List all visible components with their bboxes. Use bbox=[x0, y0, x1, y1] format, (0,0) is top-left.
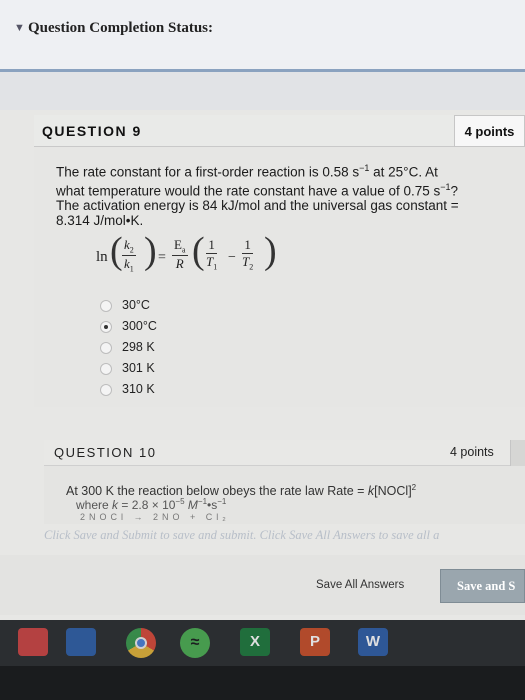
save-all-answers-button[interactable]: Save All Answers bbox=[316, 579, 404, 591]
answer-label[interactable]: 30°C bbox=[122, 298, 150, 312]
save-and-submit-button[interactable]: Save and S bbox=[440, 569, 525, 603]
formula-paren-left-2: ( bbox=[192, 230, 205, 272]
q9-text-segment: The rate constant for a first-order reac… bbox=[56, 164, 360, 180]
question-10-body: At 300 K the reaction below obeys the ra… bbox=[44, 466, 525, 524]
formula-paren-left: ( bbox=[110, 230, 123, 272]
formula-ln: ln bbox=[96, 249, 108, 265]
question-10-title: QUESTION 10 bbox=[54, 445, 157, 460]
radio-button[interactable] bbox=[100, 384, 112, 396]
word-icon[interactable]: W bbox=[358, 628, 388, 656]
radio-button-selected[interactable] bbox=[100, 321, 112, 333]
question-completion-status-bar[interactable]: ▼ Question Completion Status: bbox=[0, 0, 525, 72]
q9-superscript: −1 bbox=[440, 181, 451, 192]
formula-equals: = bbox=[158, 250, 166, 265]
q10-superscript: −5 bbox=[175, 497, 185, 506]
q9-text-segment: what temperature would the rate constant… bbox=[56, 183, 441, 198]
q9-text-segment: ? bbox=[450, 183, 459, 198]
q10-superscript: 2 bbox=[411, 483, 417, 492]
formula-sub: a bbox=[181, 245, 186, 255]
radio-button[interactable] bbox=[100, 363, 112, 375]
answer-label[interactable]: 300°C bbox=[122, 319, 157, 333]
formula-minus: − bbox=[228, 250, 236, 265]
q10-text-segment: where bbox=[76, 498, 113, 512]
answer-label[interactable]: 301 K bbox=[122, 361, 155, 375]
q9-text-segment: The activation energy is 84 kJ/mol and t… bbox=[56, 198, 459, 213]
formula-one: 1 bbox=[242, 237, 254, 254]
chrome-icon[interactable] bbox=[126, 628, 156, 658]
formula-ea: E bbox=[174, 237, 182, 252]
arrhenius-formula: ln ( k2 k1 ) = Ea R ( 1 T1 − 1 T2 ) bbox=[96, 230, 296, 285]
q10-text-segment: [NOCl] bbox=[374, 484, 412, 499]
formula-one-over-t1: 1 T1 bbox=[206, 237, 218, 272]
powerpoint-icon[interactable]: P bbox=[300, 628, 330, 656]
app-icon[interactable] bbox=[18, 628, 48, 656]
app-icon[interactable] bbox=[66, 628, 96, 656]
question-9-title: QUESTION 9 bbox=[42, 123, 142, 139]
q9-text-segment: at 25°C. At bbox=[369, 164, 438, 180]
status-title[interactable]: Question Completion Status: bbox=[28, 20, 213, 37]
question-10-header: QUESTION 10 4 points bbox=[44, 440, 525, 466]
q10-text-segment: •s bbox=[207, 498, 218, 512]
question-9-text: The rate constant for a first-order reac… bbox=[56, 161, 516, 228]
q10-superscript: −1 bbox=[197, 497, 208, 506]
formula-sub: 1 bbox=[129, 264, 134, 274]
question-9-header: QUESTION 9 4 points bbox=[34, 115, 525, 147]
points-tab bbox=[510, 440, 525, 466]
formula-k-ratio: k2 k1 bbox=[122, 237, 136, 273]
excel-icon[interactable]: X bbox=[240, 628, 270, 656]
answer-label[interactable]: 310 K bbox=[122, 382, 155, 396]
question-10-rate-constant: where k = 2.8 × 10−5 M−1•s−1 bbox=[76, 497, 226, 512]
question-9-points: 4 points bbox=[454, 115, 525, 147]
q10-superscript: −1 bbox=[217, 497, 227, 506]
spotify-icon[interactable]: ≈ bbox=[180, 628, 210, 658]
q10-text-segment: = 2.8 × 10 bbox=[118, 498, 176, 512]
question-9-body: The rate constant for a first-order reac… bbox=[34, 147, 525, 407]
radio-button[interactable] bbox=[100, 300, 112, 312]
formula-paren-right: ) bbox=[144, 230, 157, 272]
formula-sub: 2 bbox=[249, 262, 254, 272]
q10-text-segment: M bbox=[184, 498, 198, 512]
question-10-reaction: 2NOCl → 2NO + Cl₂ bbox=[80, 512, 230, 522]
q9-superscript: −1 bbox=[359, 163, 370, 173]
formula-one: 1 bbox=[206, 237, 218, 254]
formula-one-over-t2: 1 T2 bbox=[242, 237, 254, 272]
formula-r: R bbox=[175, 255, 184, 271]
formula-sub: 1 bbox=[213, 262, 218, 272]
formula-ea-over-r: Ea R bbox=[172, 237, 188, 272]
formula-sub: 2 bbox=[129, 245, 134, 255]
chevron-down-icon[interactable]: ▼ bbox=[14, 22, 25, 34]
taskbar: ≈ X P W bbox=[0, 620, 525, 700]
footer-actions: Save All Answers Save and S bbox=[0, 555, 525, 615]
radio-button[interactable] bbox=[100, 342, 112, 354]
question-10-points: 4 points bbox=[450, 445, 494, 459]
spacer bbox=[0, 72, 525, 110]
save-instruction: Click Save and Submit to save and submit… bbox=[44, 528, 440, 542]
answer-label[interactable]: 298 K bbox=[122, 340, 155, 354]
q9-text-segment: 8.314 J/mol•K. bbox=[56, 213, 144, 228]
formula-paren-right-2: ) bbox=[264, 230, 277, 272]
